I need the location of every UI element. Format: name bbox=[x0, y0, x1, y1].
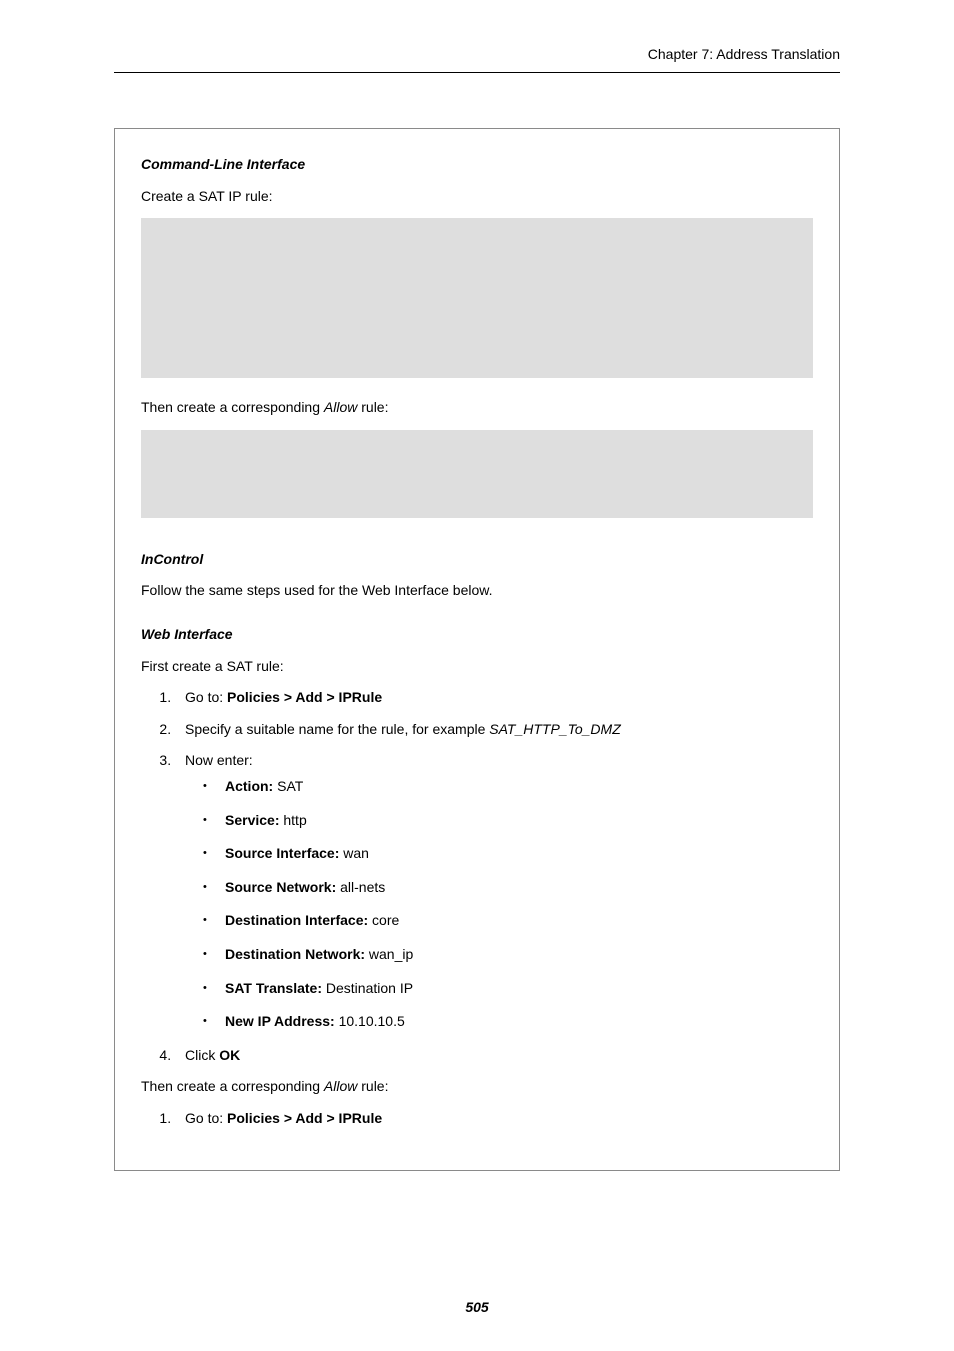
incontrol-body: Follow the same steps used for the Web I… bbox=[141, 581, 813, 601]
bullet-src-if-value: wan bbox=[339, 845, 369, 861]
section-title-web: Web Interface bbox=[141, 625, 813, 645]
step-1-bold: Policies > Add > IPRule bbox=[227, 689, 382, 705]
step2-1: Go to: Policies > Add > IPRule bbox=[175, 1109, 813, 1129]
web-after-steps: Then create a corresponding Allow rule: bbox=[141, 1077, 813, 1097]
step-2-pre: Specify a suitable name for the rule, fo… bbox=[185, 721, 489, 737]
bullet-action-value: SAT bbox=[273, 778, 303, 794]
bullet-dst-net: Destination Network: wan_ip bbox=[203, 945, 813, 965]
running-header: Chapter 7: Address Translation bbox=[648, 46, 840, 62]
step-2-italic: SAT_HTTP_To_DMZ bbox=[489, 721, 620, 737]
bullet-sat-translate-label: SAT Translate: bbox=[225, 980, 322, 996]
bullet-service-value: http bbox=[279, 812, 306, 828]
bullet-src-net-value: all-nets bbox=[336, 879, 385, 895]
page-number: 505 bbox=[0, 1299, 954, 1315]
bullet-service: Service: http bbox=[203, 811, 813, 831]
step-3: Now enter: Action: SAT Service: http Sou… bbox=[175, 751, 813, 1031]
cli-after-block-pre: Then create a corresponding bbox=[141, 399, 324, 415]
bullet-action-label: Action: bbox=[225, 778, 273, 794]
web-after-steps-italic: Allow bbox=[324, 1078, 357, 1094]
section-title-incontrol: InControl bbox=[141, 550, 813, 570]
web-steps-list-2: Go to: Policies > Add > IPRule bbox=[141, 1109, 813, 1129]
bullet-src-if-label: Source Interface: bbox=[225, 845, 339, 861]
bullet-dst-if: Destination Interface: core bbox=[203, 911, 813, 931]
bullet-src-net: Source Network: all-nets bbox=[203, 878, 813, 898]
code-block-sat-rule bbox=[141, 218, 813, 378]
step-3-text: Now enter: bbox=[185, 752, 253, 768]
cli-after-block: Then create a corresponding Allow rule: bbox=[141, 398, 813, 418]
page: Chapter 7: Address Translation Command-L… bbox=[0, 0, 954, 1351]
step-1-pre: Go to: bbox=[185, 689, 227, 705]
cli-after-block-italic: Allow bbox=[324, 399, 357, 415]
bullet-sat-translate: SAT Translate: Destination IP bbox=[203, 979, 813, 999]
content-box: Command-Line Interface Create a SAT IP r… bbox=[114, 128, 840, 1171]
web-intro: First create a SAT rule: bbox=[141, 657, 813, 677]
web-steps-list-1: Go to: Policies > Add > IPRule Specify a… bbox=[141, 688, 813, 1065]
bullet-src-net-label: Source Network: bbox=[225, 879, 336, 895]
step-3-bullets: Action: SAT Service: http Source Interfa… bbox=[185, 777, 813, 1032]
web-after-steps-pre: Then create a corresponding bbox=[141, 1078, 324, 1094]
step2-1-pre: Go to: bbox=[185, 1110, 227, 1126]
bullet-new-ip: New IP Address: 10.10.10.5 bbox=[203, 1012, 813, 1032]
step-1: Go to: Policies > Add > IPRule bbox=[175, 688, 813, 708]
code-block-allow-rule bbox=[141, 430, 813, 518]
bullet-action: Action: SAT bbox=[203, 777, 813, 797]
bullet-dst-if-label: Destination Interface: bbox=[225, 912, 368, 928]
bullet-src-if: Source Interface: wan bbox=[203, 844, 813, 864]
bullet-new-ip-value: 10.10.10.5 bbox=[335, 1013, 405, 1029]
step-2: Specify a suitable name for the rule, fo… bbox=[175, 720, 813, 740]
header-rule bbox=[114, 72, 840, 73]
step-4: Click OK bbox=[175, 1046, 813, 1066]
bullet-sat-translate-value: Destination IP bbox=[322, 980, 413, 996]
bullet-service-label: Service: bbox=[225, 812, 279, 828]
step-4-bold: OK bbox=[219, 1047, 240, 1063]
web-after-steps-tail: rule: bbox=[357, 1078, 388, 1094]
section-title-cli: Command-Line Interface bbox=[141, 155, 813, 175]
cli-intro: Create a SAT IP rule: bbox=[141, 187, 813, 207]
bullet-dst-if-value: core bbox=[368, 912, 399, 928]
bullet-new-ip-label: New IP Address: bbox=[225, 1013, 335, 1029]
step-4-pre: Click bbox=[185, 1047, 219, 1063]
bullet-dst-net-value: wan_ip bbox=[365, 946, 413, 962]
step2-1-bold: Policies > Add > IPRule bbox=[227, 1110, 382, 1126]
bullet-dst-net-label: Destination Network: bbox=[225, 946, 365, 962]
cli-after-block-tail: rule: bbox=[357, 399, 388, 415]
